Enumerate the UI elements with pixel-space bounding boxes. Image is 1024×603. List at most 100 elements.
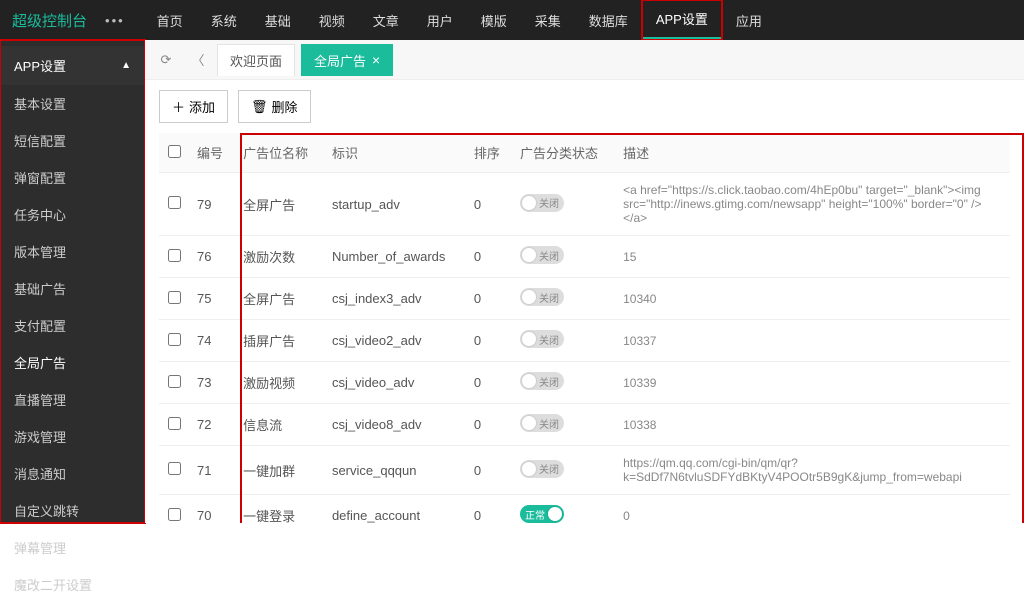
cell-desc: 10340 <box>615 278 1010 320</box>
toggle-dot-icon <box>548 507 562 521</box>
topnav-item[interactable]: 系统 <box>197 0 251 40</box>
status-toggle[interactable]: 正常 <box>520 505 564 523</box>
delete-button[interactable]: 🗑 删除 <box>238 90 311 123</box>
col-desc[interactable]: 描述 <box>615 133 1010 173</box>
add-label: 添加 <box>189 97 215 116</box>
status-toggle[interactable]: 关闭 <box>520 460 564 478</box>
status-toggle[interactable]: 关闭 <box>520 288 564 306</box>
topnav-item[interactable]: 用户 <box>413 0 467 40</box>
status-toggle[interactable]: 关闭 <box>520 372 564 390</box>
topnav-item[interactable]: 首页 <box>143 0 197 40</box>
sidebar: APP设置 ▲ 基本设置短信配置弹窗配置任务中心版本管理基础广告支付配置全局广告… <box>0 40 145 523</box>
topnav-item[interactable]: 基础 <box>251 0 305 40</box>
topnav-item[interactable]: 视频 <box>305 0 359 40</box>
topnav-item[interactable]: 应用 <box>722 0 776 40</box>
cell-name: 一键登录 <box>235 495 324 524</box>
cell-id: 70 <box>189 495 235 524</box>
toggle-label: 关闭 <box>539 332 559 347</box>
select-all-checkbox[interactable] <box>168 145 181 158</box>
toggle-label: 关闭 <box>539 248 559 263</box>
row-checkbox[interactable] <box>168 508 181 521</box>
cell-name: 一键加群 <box>235 446 324 495</box>
sidebar-item[interactable]: 支付配置 <box>0 307 145 344</box>
cell-flag: Number_of_awards <box>324 236 466 278</box>
tab-global-ad[interactable]: 全局广告 × <box>301 44 393 76</box>
back-icon[interactable]: 〈 <box>185 47 211 73</box>
cell-status: 正常 <box>512 495 615 524</box>
topnav-item[interactable]: APP设置 <box>642 0 722 40</box>
status-toggle[interactable]: 关闭 <box>520 330 564 348</box>
refresh-icon[interactable]: ⟳ <box>153 47 179 73</box>
cell-desc: 15 <box>615 236 1010 278</box>
cell-flag: service_qqqun <box>324 446 466 495</box>
cell-status: 关闭 <box>512 236 615 278</box>
sidebar-item[interactable]: 基础广告 <box>0 270 145 307</box>
topbar: 超级控制台 ••• 首页系统基础视频文章用户模版采集数据库APP设置应用 <box>0 0 1024 40</box>
delete-label: 删除 <box>272 97 298 116</box>
toggle-dot-icon <box>522 416 536 430</box>
cell-status: 关闭 <box>512 362 615 404</box>
sidebar-item[interactable]: 版本管理 <box>0 233 145 270</box>
col-flag[interactable]: 标识 <box>324 133 466 173</box>
sidebar-item[interactable]: 全局广告 <box>0 344 145 381</box>
col-checkbox <box>159 133 189 173</box>
topnav-item[interactable]: 数据库 <box>575 0 642 40</box>
col-status[interactable]: 广告分类状态 <box>512 133 615 173</box>
cell-name: 激励次数 <box>235 236 324 278</box>
row-checkbox[interactable] <box>168 462 181 475</box>
sidebar-item[interactable]: 弹窗配置 <box>0 159 145 196</box>
row-checkbox[interactable] <box>168 249 181 262</box>
add-button[interactable]: ＋ 添加 <box>159 90 228 123</box>
cell-sort: 0 <box>466 320 512 362</box>
sidebar-item[interactable]: 短信配置 <box>0 122 145 159</box>
cell-id: 74 <box>189 320 235 362</box>
row-checkbox[interactable] <box>168 291 181 304</box>
col-id[interactable]: 编号 <box>189 133 235 173</box>
sidebar-item[interactable]: 消息通知 <box>0 455 145 492</box>
cell-flag: startup_adv <box>324 173 466 236</box>
toggle-label: 关闭 <box>539 290 559 305</box>
sidebar-item[interactable]: 魔改二开设置 <box>0 566 145 603</box>
row-checkbox[interactable] <box>168 375 181 388</box>
sidebar-item[interactable]: 弹幕管理 <box>0 529 145 566</box>
row-checkbox[interactable] <box>168 417 181 430</box>
table-header-row: 编号 广告位名称 标识 排序 广告分类状态 描述 <box>159 133 1010 173</box>
col-name[interactable]: 广告位名称 <box>235 133 324 173</box>
table-row: 75全屏广告csj_index3_adv0关闭10340 <box>159 278 1010 320</box>
cell-status: 关闭 <box>512 173 615 236</box>
topnav-item[interactable]: 模版 <box>467 0 521 40</box>
status-toggle[interactable]: 关闭 <box>520 414 564 432</box>
col-sort[interactable]: 排序 <box>466 133 512 173</box>
more-dots-icon[interactable]: ••• <box>105 13 125 28</box>
chevron-up-icon: ▲ <box>121 60 131 71</box>
sidebar-group-header[interactable]: APP设置 ▲ <box>0 46 145 85</box>
sidebar-item[interactable]: 任务中心 <box>0 196 145 233</box>
cell-name: 全屏广告 <box>235 278 324 320</box>
plus-icon: ＋ <box>172 97 185 116</box>
cell-sort: 0 <box>466 495 512 524</box>
row-checkbox[interactable] <box>168 333 181 346</box>
tabs-bar: ⟳ 〈 欢迎页面 全局广告 × <box>145 40 1024 80</box>
sidebar-item[interactable]: 直播管理 <box>0 381 145 418</box>
topnav-item[interactable]: 采集 <box>521 0 575 40</box>
trash-icon: 🗑 <box>251 99 268 115</box>
cell-desc: 10338 <box>615 404 1010 446</box>
cell-desc: <a href="https://s.click.taobao.com/4hEp… <box>615 173 1010 236</box>
cell-id: 75 <box>189 278 235 320</box>
cell-desc: 10337 <box>615 320 1010 362</box>
sidebar-item[interactable]: 自定义跳转 <box>0 492 145 529</box>
sidebar-item[interactable]: 基本设置 <box>0 85 145 122</box>
cell-name: 插屏广告 <box>235 320 324 362</box>
row-checkbox[interactable] <box>168 196 181 209</box>
status-toggle[interactable]: 关闭 <box>520 194 564 212</box>
table-row: 79全屏广告startup_adv0关闭<a href="https://s.c… <box>159 173 1010 236</box>
cell-desc: 0 <box>615 495 1010 524</box>
topnav: 首页系统基础视频文章用户模版采集数据库APP设置应用 <box>143 0 776 40</box>
topnav-item[interactable]: 文章 <box>359 0 413 40</box>
sidebar-item[interactable]: 游戏管理 <box>0 418 145 455</box>
status-toggle[interactable]: 关闭 <box>520 246 564 264</box>
tab-label: 全局广告 <box>314 51 366 70</box>
toggle-dot-icon <box>522 248 536 262</box>
tab-welcome[interactable]: 欢迎页面 <box>217 44 295 76</box>
close-icon[interactable]: × <box>372 52 380 68</box>
